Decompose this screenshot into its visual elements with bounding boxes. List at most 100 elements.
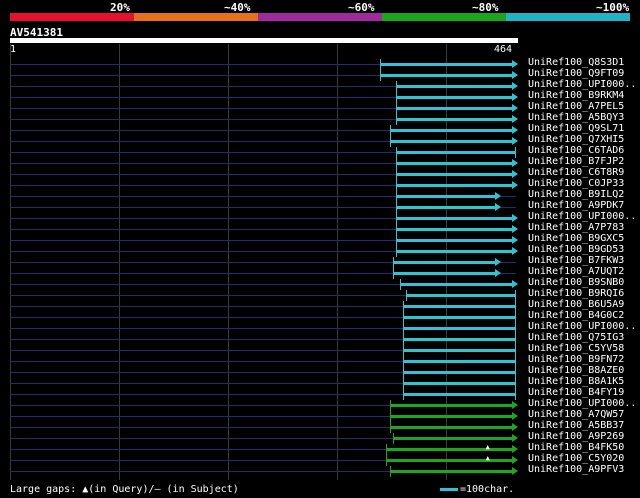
arrow-head-icon xyxy=(512,214,518,222)
alignment-end-tick xyxy=(515,312,516,323)
hit-label-link[interactable]: UniRef100_C5YV58 xyxy=(528,343,624,354)
alignment-bar[interactable] xyxy=(395,107,512,110)
arrow-head-icon xyxy=(512,236,518,244)
hit-label-link[interactable]: UniRef100_B9RQI6 xyxy=(528,288,624,299)
alignment-bar[interactable] xyxy=(402,371,516,374)
legend-segment xyxy=(134,13,258,21)
alignment-bar[interactable] xyxy=(392,437,512,440)
alignment-bar[interactable] xyxy=(395,162,512,165)
hit-label-link[interactable]: UniRef100_Q75IG3 xyxy=(528,332,624,343)
alignment-bar[interactable] xyxy=(395,151,516,154)
hit-label-link[interactable]: UniRef100_C5Y020 xyxy=(528,453,624,464)
alignment-bar[interactable] xyxy=(402,349,516,352)
hit-label-link[interactable]: UniRef100_Q9FT09 xyxy=(528,68,624,79)
hit-label-link[interactable]: UniRef100_UPI000.. xyxy=(528,321,636,332)
alignment-bar[interactable] xyxy=(389,415,512,418)
arrow-head-icon xyxy=(512,82,518,90)
legend-segment xyxy=(258,13,382,21)
hit-label-link[interactable]: UniRef100_B9SNB0 xyxy=(528,277,624,288)
arrow-head-icon xyxy=(512,467,518,475)
alignment-bar[interactable] xyxy=(379,74,512,77)
hit-label-link[interactable]: UniRef100_B8AZE0 xyxy=(528,365,624,376)
arrow-head-icon xyxy=(512,137,518,145)
alignment-bar[interactable] xyxy=(392,272,495,275)
alignment-bar[interactable] xyxy=(402,327,516,330)
alignment-bar[interactable] xyxy=(389,470,512,473)
alignment-bar[interactable] xyxy=(389,129,512,132)
hit-label-link[interactable]: UniRef100_B6U5A9 xyxy=(528,299,624,310)
alignment-bar[interactable] xyxy=(402,382,516,385)
alignment-bar[interactable] xyxy=(405,294,516,297)
alignment-end-tick xyxy=(515,147,516,158)
alignment-bar[interactable] xyxy=(402,316,516,319)
alignment-bar[interactable] xyxy=(389,404,512,407)
arrow-head-icon xyxy=(512,104,518,112)
alignment-bar[interactable] xyxy=(392,261,495,264)
hit-label-link[interactable]: UniRef100_Q8S3D1 xyxy=(528,57,624,68)
hit-label-link[interactable]: UniRef100_B9GXC5 xyxy=(528,233,624,244)
alignment-bar[interactable] xyxy=(395,96,512,99)
alignment-bar[interactable] xyxy=(379,63,512,66)
alignment-bar[interactable] xyxy=(402,305,516,308)
alignment-bar[interactable] xyxy=(395,228,512,231)
arrow-head-icon xyxy=(512,456,518,464)
alignment-bar[interactable] xyxy=(395,250,512,253)
alignment-bar[interactable] xyxy=(386,448,512,451)
hit-label-link[interactable]: UniRef100_A7PEL5 xyxy=(528,101,624,112)
hit-label-link[interactable]: UniRef100_B9RKM4 xyxy=(528,90,624,101)
arrow-head-icon xyxy=(512,445,518,453)
hit-label-link[interactable]: UniRef100_B4FY19 xyxy=(528,387,624,398)
hit-label-link[interactable]: UniRef100_C6T8R9 xyxy=(528,167,624,178)
arrow-head-icon xyxy=(512,401,518,409)
alignment-bar[interactable] xyxy=(395,217,512,220)
hit-label-link[interactable]: UniRef100_B7FJP2 xyxy=(528,156,624,167)
legend-label: ~100% xyxy=(596,1,630,14)
hit-label-link[interactable]: UniRef100_B4G0C2 xyxy=(528,310,624,321)
hit-label-link[interactable]: UniRef100_B9ILQ2 xyxy=(528,189,624,200)
alignment-bar[interactable] xyxy=(395,184,512,187)
alignment-bar[interactable] xyxy=(395,195,495,198)
hit-label-link[interactable]: UniRef100_A9PDK7 xyxy=(528,200,624,211)
hit-label-link[interactable]: UniRef100_Q9SL71 xyxy=(528,123,624,134)
scale-key: =100char. xyxy=(440,484,514,495)
hit-label-link[interactable]: UniRef100_B4FK50 xyxy=(528,442,624,453)
alignment-bar[interactable] xyxy=(395,173,512,176)
alignment-bar[interactable] xyxy=(395,118,512,121)
alignment-bar[interactable] xyxy=(402,338,516,341)
hit-label-link[interactable]: UniRef100_A9PFV3 xyxy=(528,464,624,475)
hit-label-link[interactable]: UniRef100_B9FN72 xyxy=(528,354,624,365)
alignment-bar[interactable] xyxy=(386,459,512,462)
hit-label-link[interactable]: UniRef100_A5BQY3 xyxy=(528,112,624,123)
alignment-bar[interactable] xyxy=(395,85,512,88)
alignment-bar[interactable] xyxy=(402,393,516,396)
arrow-head-icon xyxy=(512,225,518,233)
alignment-bar[interactable] xyxy=(395,239,512,242)
arrow-head-icon xyxy=(512,115,518,123)
alignment-end-tick xyxy=(515,389,516,400)
hit-label-link[interactable]: UniRef100_Q7XHI5 xyxy=(528,134,624,145)
arrow-head-icon xyxy=(512,434,518,442)
hit-label-link[interactable]: UniRef100_UPI000.. xyxy=(528,398,636,409)
alignment-bar[interactable] xyxy=(402,360,516,363)
hit-label-link[interactable]: UniRef100_A5BB37 xyxy=(528,420,624,431)
hit-label-link[interactable]: UniRef100_C6TAD6 xyxy=(528,145,624,156)
hit-label-link[interactable]: UniRef100_C0JP33 xyxy=(528,178,624,189)
hit-label-link[interactable]: UniRef100_A7UQT2 xyxy=(528,266,624,277)
arrow-head-icon xyxy=(512,93,518,101)
hit-label-link[interactable]: UniRef100_B7FKW3 xyxy=(528,255,624,266)
arrow-head-icon xyxy=(512,412,518,420)
hit-label-link[interactable]: UniRef100_UPI000.. xyxy=(528,211,636,222)
hit-label-link[interactable]: UniRef100_A7QW57 xyxy=(528,409,624,420)
hit-label-link[interactable]: UniRef100_UPI000.. xyxy=(528,79,636,90)
hit-label-link[interactable]: UniRef100_A7P783 xyxy=(528,222,624,233)
hit-label-link[interactable]: UniRef100_A9P269 xyxy=(528,431,624,442)
alignment-bar[interactable] xyxy=(399,283,512,286)
hit-label-link[interactable]: UniRef100_B9GD53 xyxy=(528,244,624,255)
identity-legend-bar xyxy=(10,13,630,21)
arrow-head-icon xyxy=(512,247,518,255)
alignment-bar[interactable] xyxy=(389,140,512,143)
query-gap-icon: ▲ xyxy=(485,454,490,462)
alignment-bar[interactable] xyxy=(389,426,512,429)
alignment-bar[interactable] xyxy=(395,206,495,209)
hit-label-link[interactable]: UniRef100_B8A1K5 xyxy=(528,376,624,387)
